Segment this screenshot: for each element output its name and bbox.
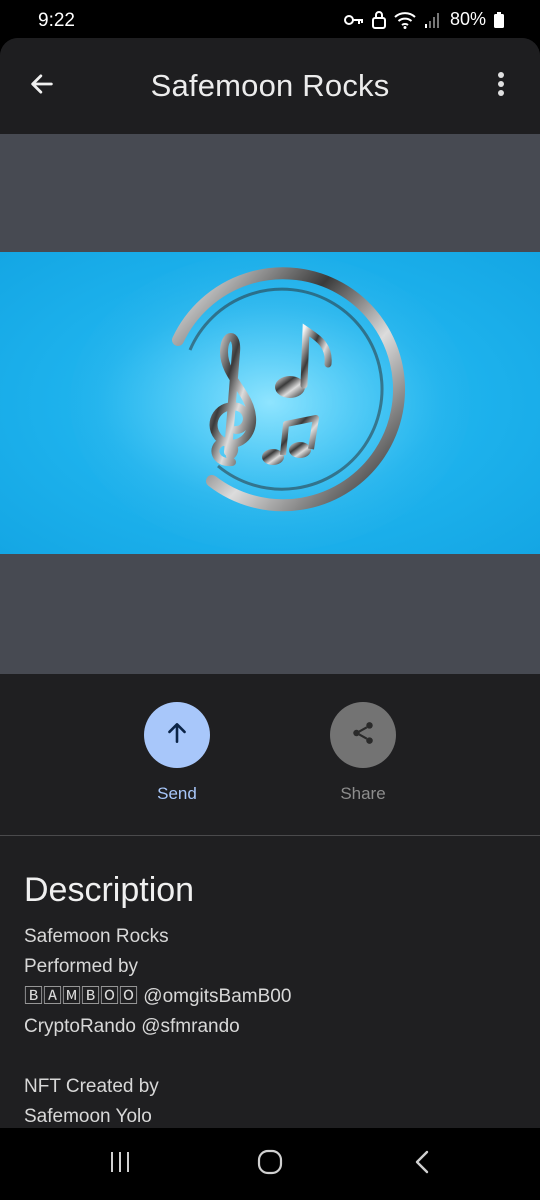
share-icon	[350, 720, 376, 751]
divider	[0, 835, 540, 836]
recents-icon	[107, 1149, 133, 1180]
wifi-icon	[394, 11, 416, 29]
key-icon	[343, 14, 364, 26]
battery-percent: 80%	[449, 9, 486, 29]
arrow-up-icon	[164, 720, 190, 751]
status-icons: 80%	[343, 9, 504, 30]
home-button[interactable]	[245, 1146, 295, 1182]
description-heading: Description	[24, 871, 195, 909]
action-bar: Send Share	[0, 674, 540, 836]
description-line: Performed by	[24, 956, 139, 977]
description-line: 🄱🄰🄼🄱🄾🄾 @omgitsBamB00	[24, 986, 292, 1007]
lock-notification-icon	[371, 10, 386, 29]
description-line: CryptoRando @sfmrando	[24, 1016, 240, 1037]
nft-detail-screen: Safemoon Rocks Send Share Description Sa…	[0, 38, 540, 1128]
status-time: 9:22	[38, 10, 75, 31]
more-options-button[interactable]	[488, 66, 514, 106]
share-button[interactable]	[330, 702, 396, 768]
description-line	[24, 1042, 524, 1072]
description-line: NFT Created by	[24, 1076, 159, 1097]
back-icon	[410, 1149, 436, 1180]
more-vert-icon	[497, 71, 505, 102]
page-title: Safemoon Rocks	[150, 68, 390, 103]
nft-artwork[interactable]	[0, 252, 540, 554]
send-label: Send	[157, 784, 197, 803]
send-action: Send	[117, 702, 237, 804]
recents-button[interactable]	[95, 1146, 145, 1182]
home-icon	[257, 1149, 283, 1180]
status-bar: 9:22 80%	[0, 0, 540, 40]
top-app-bar: Safemoon Rocks	[0, 38, 540, 134]
nav-back-button[interactable]	[398, 1146, 448, 1182]
share-label: Share	[340, 784, 386, 803]
music-notes-icon	[70, 252, 470, 552]
share-action: Share	[303, 702, 423, 804]
description-line: Safemoon Yolo	[24, 1106, 152, 1127]
send-button[interactable]	[144, 702, 210, 768]
description-line: Safemoon Rocks	[24, 926, 169, 947]
signal-icon	[424, 12, 440, 28]
system-nav-bar	[0, 1128, 540, 1200]
nft-media-area	[0, 134, 540, 674]
battery-icon	[494, 11, 504, 28]
description-section: Description Safemoon Rocks Performed by …	[24, 871, 524, 1128]
